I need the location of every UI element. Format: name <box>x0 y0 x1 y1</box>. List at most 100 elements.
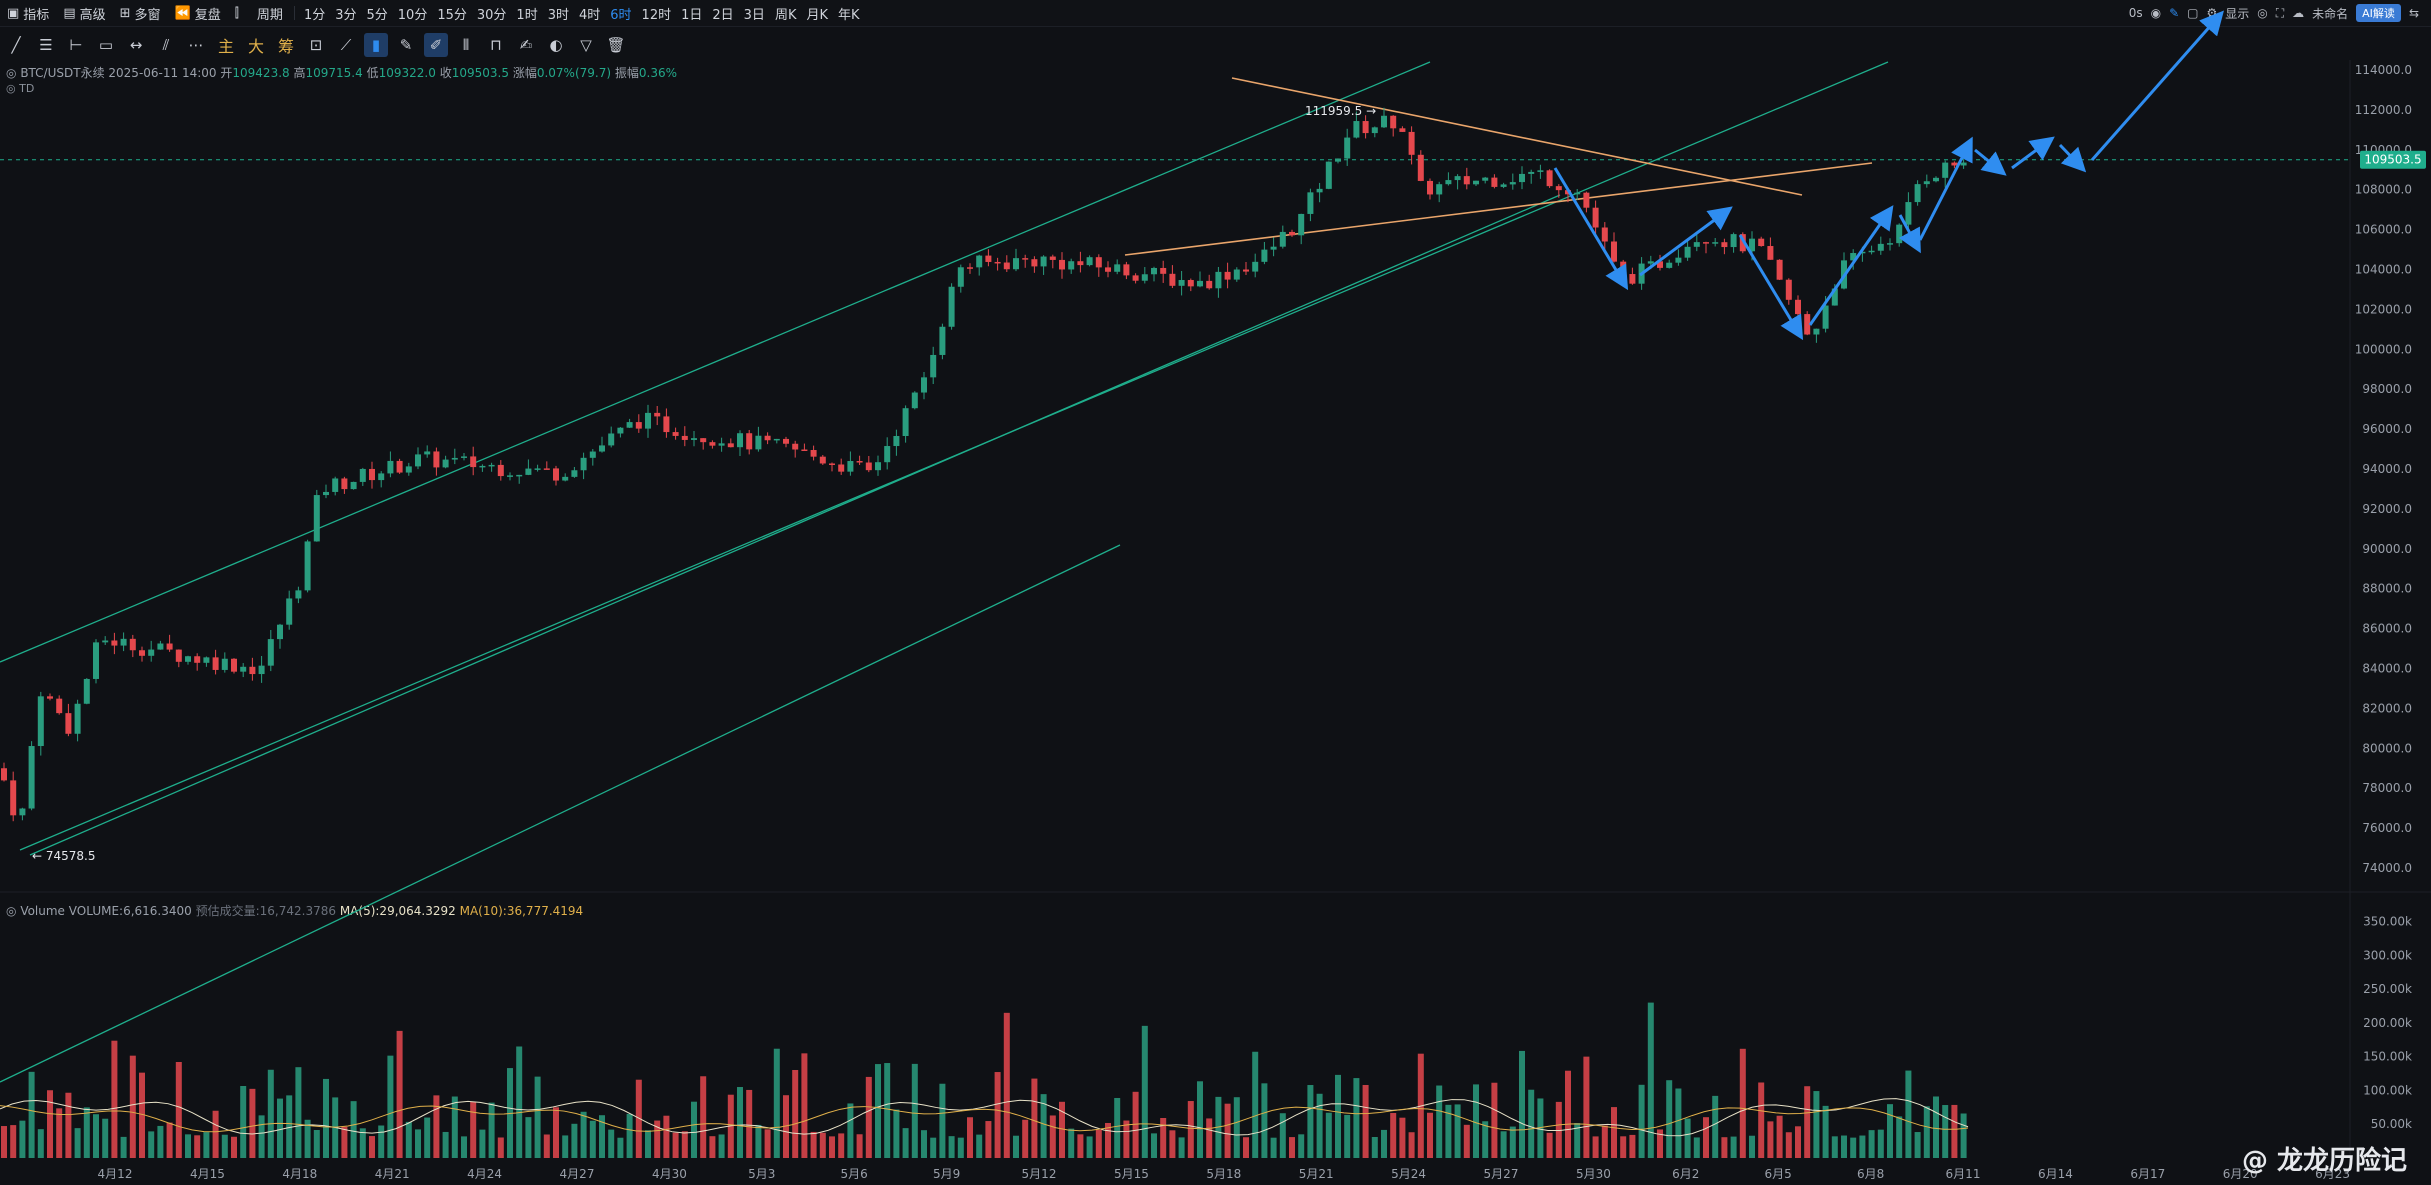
candle-body <box>516 474 523 477</box>
volume-bar <box>369 1136 375 1158</box>
volume-tick-label: 300.00k <box>2363 948 2412 962</box>
volume-bar <box>663 1115 670 1158</box>
volume-bar <box>231 1136 237 1158</box>
candle-body <box>856 461 863 463</box>
volume-bar <box>1473 1084 1479 1158</box>
candle-body <box>810 450 817 457</box>
watermark: @ 龙龙历险记 <box>2241 1146 2407 1176</box>
volume-bar <box>1905 1070 1912 1158</box>
candle-body <box>911 392 918 409</box>
volume-bar <box>764 1129 771 1158</box>
volume-bar <box>451 1096 458 1158</box>
candle-body <box>148 649 155 656</box>
volume-bar <box>19 1120 26 1158</box>
candle-body <box>1537 170 1544 172</box>
candle-body <box>1703 242 1709 244</box>
candle-body <box>608 433 615 446</box>
candle-body <box>599 445 605 452</box>
volume-bar <box>185 1134 191 1158</box>
volume-bar <box>1068 1128 1075 1158</box>
candle-body <box>497 464 504 477</box>
candle-body <box>571 470 578 477</box>
volume-bar <box>1114 1097 1121 1158</box>
candle-body <box>967 267 973 269</box>
volume-bar <box>1 1126 7 1158</box>
candle-body <box>1362 121 1369 134</box>
candle-body <box>1887 243 1893 245</box>
volume-bar <box>773 1048 780 1158</box>
candle-body <box>313 495 320 542</box>
volume-bar <box>911 1063 918 1158</box>
volume-bar <box>1822 1105 1829 1158</box>
volume-bar <box>1160 1117 1167 1158</box>
candle-body <box>415 454 421 467</box>
volume-bar <box>1712 1095 1719 1158</box>
candle-body <box>185 656 191 662</box>
volume-bar <box>985 1121 992 1158</box>
candle-body <box>267 639 274 666</box>
candle-body <box>10 780 17 816</box>
volume-bar <box>1509 1126 1516 1158</box>
candle-body <box>709 442 716 446</box>
date-tick-label: 4月24 <box>467 1167 502 1181</box>
volume-bar <box>1693 1137 1700 1158</box>
volume-bar <box>801 1053 808 1158</box>
candle-body <box>1040 256 1047 267</box>
candle-body <box>286 598 293 625</box>
price-chart[interactable]: 114000.0112000.0110000.0108000.0106000.0… <box>0 0 2431 1185</box>
volume-tick-label: 250.00k <box>2363 982 2412 996</box>
candle-body <box>1730 234 1737 248</box>
candle-body <box>1896 224 1903 244</box>
candle-body <box>1417 154 1424 181</box>
candle-body <box>451 457 458 460</box>
volume-bar <box>1730 1136 1737 1158</box>
candle-body <box>341 478 348 490</box>
volume-bar <box>921 1130 927 1158</box>
candle-body <box>626 422 633 428</box>
candle-body <box>884 446 891 463</box>
price-tick-label: 100000.0 <box>2355 342 2412 356</box>
volume-bar <box>1896 1116 1903 1158</box>
candle-body <box>985 255 992 262</box>
candle-body <box>589 451 596 458</box>
candle-body <box>139 650 145 656</box>
candle-body <box>37 696 44 747</box>
price-tick-label: 90000.0 <box>2362 542 2412 556</box>
candle-body <box>194 656 201 663</box>
date-tick-label: 6月8 <box>1857 1167 1884 1181</box>
volume-bar <box>1703 1117 1709 1158</box>
volume-bar <box>1877 1129 1884 1158</box>
volume-bar <box>1831 1136 1838 1158</box>
candle-body <box>378 473 385 481</box>
candle-body <box>1270 246 1277 250</box>
candle-body <box>1491 177 1498 187</box>
volume-bar <box>994 1072 1001 1158</box>
volume-bar <box>1776 1115 1783 1158</box>
volume-bar <box>203 1132 210 1158</box>
resistance-line <box>1231 77 1803 196</box>
candle-body <box>681 435 688 440</box>
volume-bar <box>83 1107 90 1158</box>
candle-body <box>1243 269 1249 272</box>
candle-body <box>102 640 109 643</box>
volume-bar <box>516 1046 523 1158</box>
candle-body <box>1105 267 1111 272</box>
channel-lower-line <box>0 544 1121 1083</box>
candle-body <box>737 433 743 448</box>
volume-bar <box>1583 1056 1590 1158</box>
candle-body <box>1914 184 1921 203</box>
candle-body <box>1923 181 1930 185</box>
candle-body <box>994 261 1001 264</box>
date-tick-label: 4月30 <box>652 1167 687 1181</box>
volume-bar <box>387 1055 394 1158</box>
volume-bar <box>608 1129 615 1158</box>
volume-bar <box>1279 1113 1286 1158</box>
volume-bar <box>1684 1118 1691 1158</box>
candle-body <box>1960 162 1967 166</box>
volume-bar <box>856 1134 863 1158</box>
volume-bar <box>1463 1124 1470 1158</box>
candle-body <box>534 468 541 470</box>
volume-bar <box>829 1136 835 1158</box>
candle-body <box>1151 267 1157 275</box>
date-tick-label: 5月3 <box>748 1167 775 1181</box>
